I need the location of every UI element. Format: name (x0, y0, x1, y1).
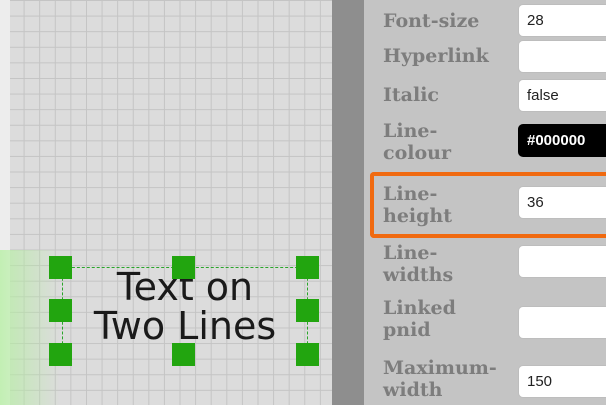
resize-handle-middle-right[interactable] (296, 299, 319, 322)
property-label-text: colour (383, 142, 451, 164)
resize-handle-bottom-left[interactable] (49, 343, 72, 366)
property-label-text: Line- (383, 183, 438, 205)
property-label-text: Linked (383, 297, 456, 319)
property-label-maximum-width: Maximum- width (383, 357, 513, 401)
drawing-canvas[interactable]: Text on Two Lines (0, 0, 332, 405)
properties-panel: Font-size Hyperlink Italic Line- colour … (364, 0, 606, 405)
property-label-line-height: Line- height (383, 183, 513, 227)
property-label-hyperlink: Hyperlink (383, 45, 513, 67)
resize-handle-middle-left[interactable] (49, 299, 72, 322)
property-label-italic: Italic (383, 84, 513, 106)
property-label-text: Maximum- (383, 357, 497, 379)
property-label-text: height (383, 205, 452, 227)
resize-handle-top-center[interactable] (172, 256, 195, 279)
linked-pnid-input[interactable] (518, 306, 606, 339)
font-size-input[interactable] (518, 4, 606, 37)
property-label-linked-pnid: Linked pnid (383, 297, 513, 341)
text-object-line-2: Two Lines (93, 304, 277, 348)
maximum-width-input[interactable] (518, 365, 606, 398)
property-label-text: pnid (383, 319, 431, 341)
property-label-text: Italic (383, 84, 439, 106)
line-height-input[interactable] (518, 186, 606, 219)
resize-handle-bottom-center[interactable] (172, 343, 195, 366)
resize-handle-top-right[interactable] (296, 256, 319, 279)
italic-input[interactable] (518, 79, 606, 112)
hyperlink-input[interactable] (518, 40, 606, 73)
property-label-line-colour: Line- colour (383, 120, 513, 164)
panel-divider[interactable] (332, 0, 364, 405)
property-label-text: width (383, 379, 443, 401)
line-widths-input[interactable] (518, 245, 606, 278)
property-label-text: Line- (383, 120, 438, 142)
line-colour-input[interactable] (518, 124, 606, 157)
resize-handle-top-left[interactable] (49, 256, 72, 279)
property-label-text: widths (383, 264, 454, 286)
property-label-text: Font-size (383, 10, 480, 32)
resize-handle-bottom-right[interactable] (296, 343, 319, 366)
property-label-line-widths: Line- widths (383, 242, 513, 286)
property-label-font-size: Font-size (383, 10, 513, 32)
property-label-text: Line- (383, 242, 438, 264)
property-label-text: Hyperlink (383, 45, 489, 67)
